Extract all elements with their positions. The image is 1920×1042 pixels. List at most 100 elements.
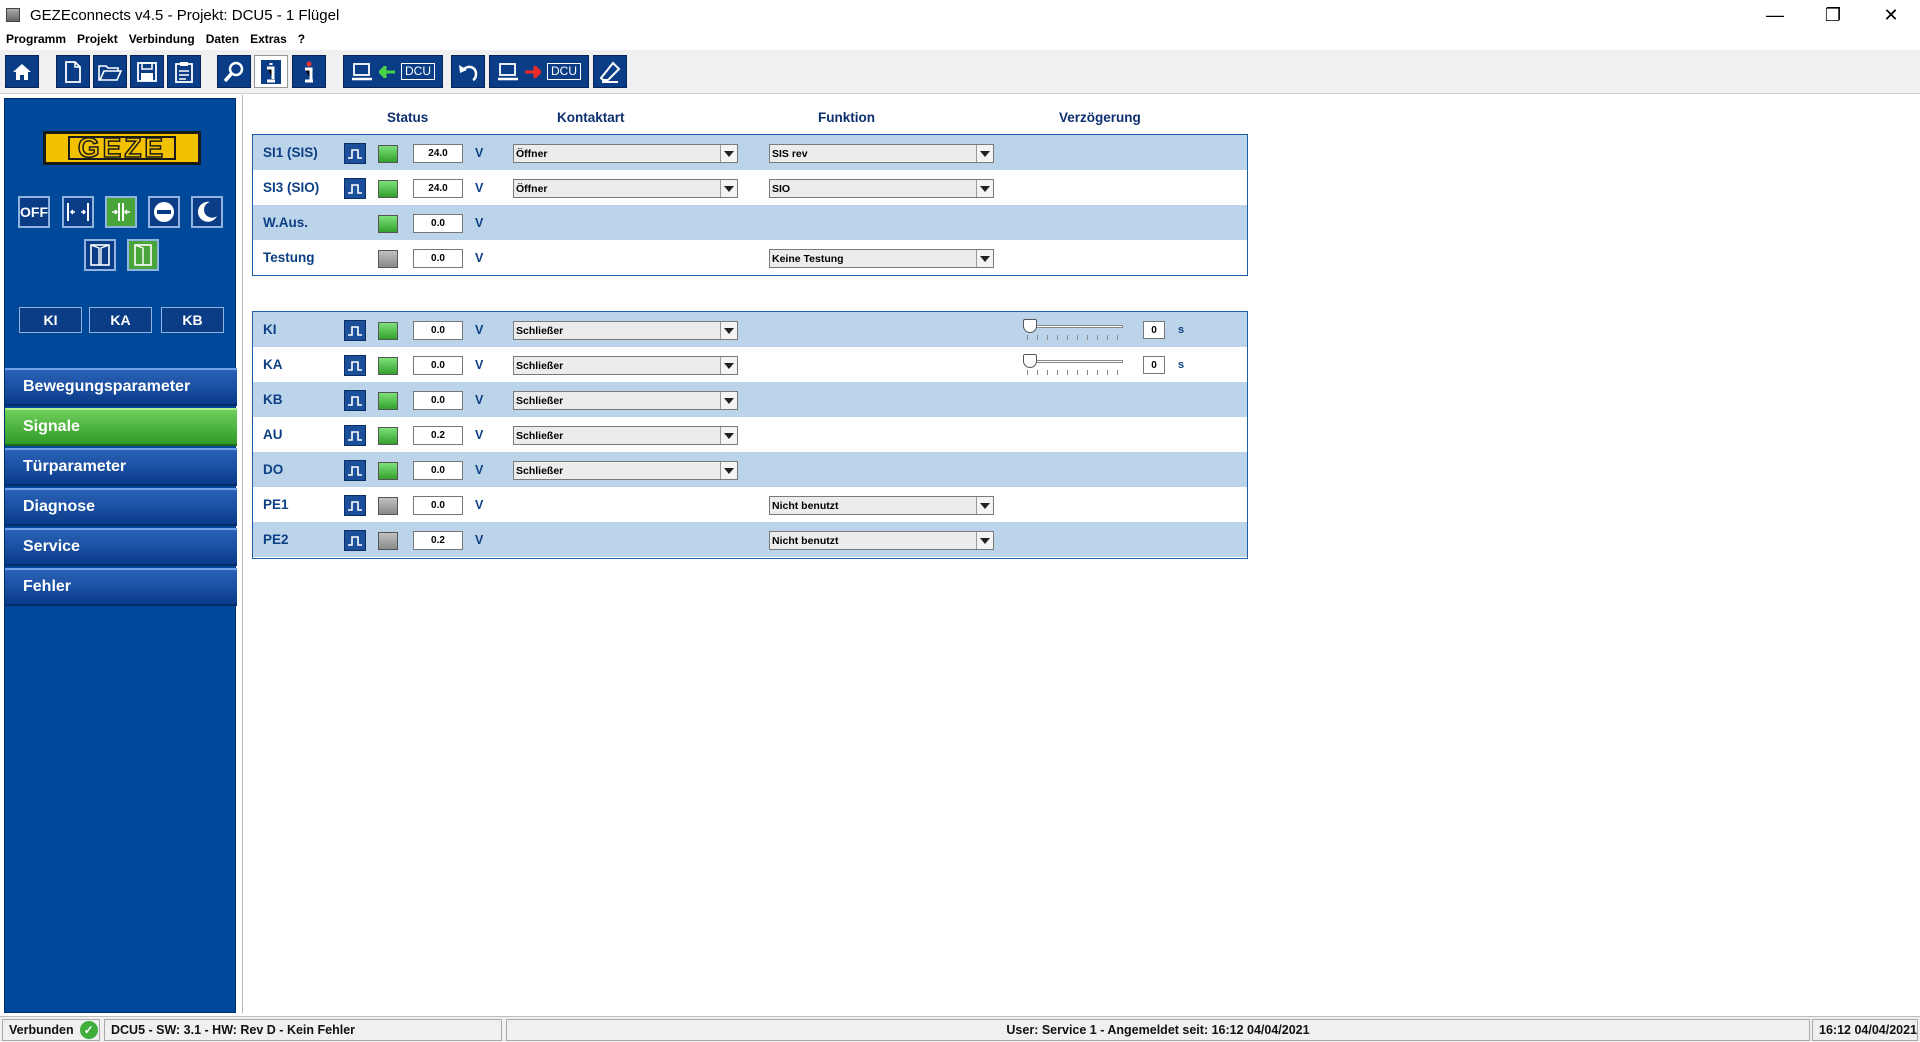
search-icon[interactable]: [217, 55, 251, 88]
delay-slider[interactable]: [1023, 352, 1123, 378]
mode-off-button[interactable]: OFF: [18, 196, 50, 228]
funktion-dropdown[interactable]: SIS rev: [769, 144, 994, 163]
signal-wave-button[interactable]: [344, 178, 366, 199]
menu-extras[interactable]: Extras: [250, 32, 287, 46]
logo-text: GEZE: [77, 131, 167, 164]
door-single-button[interactable]: [84, 239, 116, 271]
nav-diagnose[interactable]: Diagnose: [5, 488, 237, 526]
kontaktart-dropdown[interactable]: Schließer: [513, 356, 738, 375]
info-red-icon[interactable]: [292, 55, 326, 88]
home-icon[interactable]: [5, 55, 39, 88]
voltage-value: 0.0: [413, 496, 463, 515]
signal-wave-button[interactable]: [344, 355, 366, 376]
funktion-dropdown[interactable]: Nicht benutzt: [769, 496, 994, 515]
mode-locked-button[interactable]: [148, 196, 180, 228]
signal-label: KA: [263, 357, 283, 372]
signal-label: KI: [263, 322, 277, 337]
slider-thumb[interactable]: [1023, 319, 1037, 333]
kontaktart-dropdown[interactable]: Schließer: [513, 321, 738, 340]
chevron-down-icon[interactable]: [720, 180, 737, 197]
restore-button[interactable]: ❐: [1804, 0, 1862, 30]
menu-daten[interactable]: Daten: [206, 32, 239, 46]
status-led: [378, 180, 398, 198]
kontaktart-value: Schließer: [516, 464, 564, 477]
funktion-dropdown[interactable]: Nicht benutzt: [769, 531, 994, 550]
chevron-down-icon[interactable]: [720, 392, 737, 409]
chevron-down-icon[interactable]: [720, 462, 737, 479]
mode-automatic-button[interactable]: [105, 196, 137, 228]
signal-row-testung: Testung 0.0 V Keine Testung: [253, 240, 1247, 275]
kontaktart-dropdown[interactable]: Öffner: [513, 179, 738, 198]
column-kontaktart: Kontaktart: [557, 110, 625, 125]
kb-button[interactable]: KB: [161, 307, 224, 333]
computer-to-dcu-icon[interactable]: DCU: [489, 55, 589, 88]
open-folder-icon[interactable]: [93, 55, 127, 88]
title-bar: GEZEconnects v4.5 - Projekt: DCU5 - 1 Fl…: [0, 0, 1920, 30]
funktion-value: SIS rev: [772, 147, 808, 160]
kontaktart-value: Schließer: [516, 359, 564, 372]
mode-open-full-button[interactable]: [62, 196, 94, 228]
status-led: [378, 322, 398, 340]
chevron-down-icon[interactable]: [720, 145, 737, 162]
signal-row-waus: W.Aus. 0.0 V: [253, 205, 1247, 240]
chevron-down-icon[interactable]: [976, 180, 993, 197]
chevron-down-icon[interactable]: [976, 532, 993, 549]
status-led: [378, 427, 398, 445]
chevron-down-icon[interactable]: [976, 145, 993, 162]
delay-unit: s: [1178, 359, 1185, 371]
chevron-down-icon[interactable]: [720, 357, 737, 374]
signal-wave-button[interactable]: [344, 460, 366, 481]
close-button[interactable]: ✕: [1862, 0, 1920, 30]
nav-fehler[interactable]: Fehler: [5, 568, 237, 606]
new-file-icon[interactable]: [56, 55, 90, 88]
chevron-down-icon[interactable]: [976, 250, 993, 267]
signal-wave-button[interactable]: [344, 425, 366, 446]
kontaktart-dropdown[interactable]: Schließer: [513, 461, 738, 480]
eraser-icon[interactable]: [593, 55, 627, 88]
sidebar: GEZE OFF KI KA KB Bewegungsparameter Sig…: [4, 98, 237, 1013]
funktion-dropdown[interactable]: SIO: [769, 179, 994, 198]
info-icon[interactable]: [254, 55, 288, 88]
nav-bewegungsparameter[interactable]: Bewegungsparameter: [5, 368, 237, 406]
menu-programm[interactable]: Programm: [6, 32, 66, 46]
delay-slider[interactable]: [1023, 317, 1123, 343]
signal-wave-button[interactable]: [344, 320, 366, 341]
computer-from-dcu-icon[interactable]: DCU: [343, 55, 443, 88]
mode-night-button[interactable]: [191, 196, 223, 228]
door-double-button[interactable]: [127, 239, 159, 271]
signal-wave-button[interactable]: [344, 390, 366, 411]
signal-wave-button[interactable]: [344, 143, 366, 164]
clipboard-icon[interactable]: [167, 55, 201, 88]
chevron-down-icon[interactable]: [720, 322, 737, 339]
ki-button[interactable]: KI: [19, 307, 82, 333]
voltage-value: 0.0: [413, 214, 463, 233]
kontaktart-dropdown[interactable]: Öffner: [513, 144, 738, 163]
chevron-down-icon[interactable]: [720, 427, 737, 444]
signal-row-si3: SI3 (SIO) 24.0 V Öffner SIO: [253, 170, 1247, 205]
voltage-value: 24.0: [413, 144, 463, 163]
funktion-dropdown[interactable]: Keine Testung: [769, 249, 994, 268]
save-icon[interactable]: [130, 55, 164, 88]
menu-help[interactable]: ?: [298, 32, 305, 46]
undo-icon[interactable]: [451, 55, 485, 88]
delay-value[interactable]: 0: [1143, 321, 1165, 339]
menu-verbindung[interactable]: Verbindung: [129, 32, 195, 46]
app-icon: [6, 8, 20, 22]
nav-service[interactable]: Service: [5, 528, 237, 566]
ka-button[interactable]: KA: [89, 307, 152, 333]
chevron-down-icon[interactable]: [976, 497, 993, 514]
slider-thumb[interactable]: [1023, 354, 1037, 368]
signal-wave-button[interactable]: [344, 495, 366, 516]
voltage-unit: V: [475, 146, 484, 160]
signal-wave-button[interactable]: [344, 530, 366, 551]
delay-value[interactable]: 0: [1143, 356, 1165, 374]
kontaktart-dropdown[interactable]: Schließer: [513, 426, 738, 445]
voltage-value: 0.0: [413, 321, 463, 340]
kontaktart-dropdown[interactable]: Schließer: [513, 391, 738, 410]
nav-signale[interactable]: Signale: [5, 408, 237, 446]
menu-bar: Programm Projekt Verbindung Daten Extras…: [0, 29, 1920, 49]
menu-projekt[interactable]: Projekt: [77, 32, 118, 46]
minimize-button[interactable]: —: [1746, 0, 1804, 30]
signal-label: DO: [263, 462, 284, 477]
nav-tuerparameter[interactable]: Türparameter: [5, 448, 237, 486]
